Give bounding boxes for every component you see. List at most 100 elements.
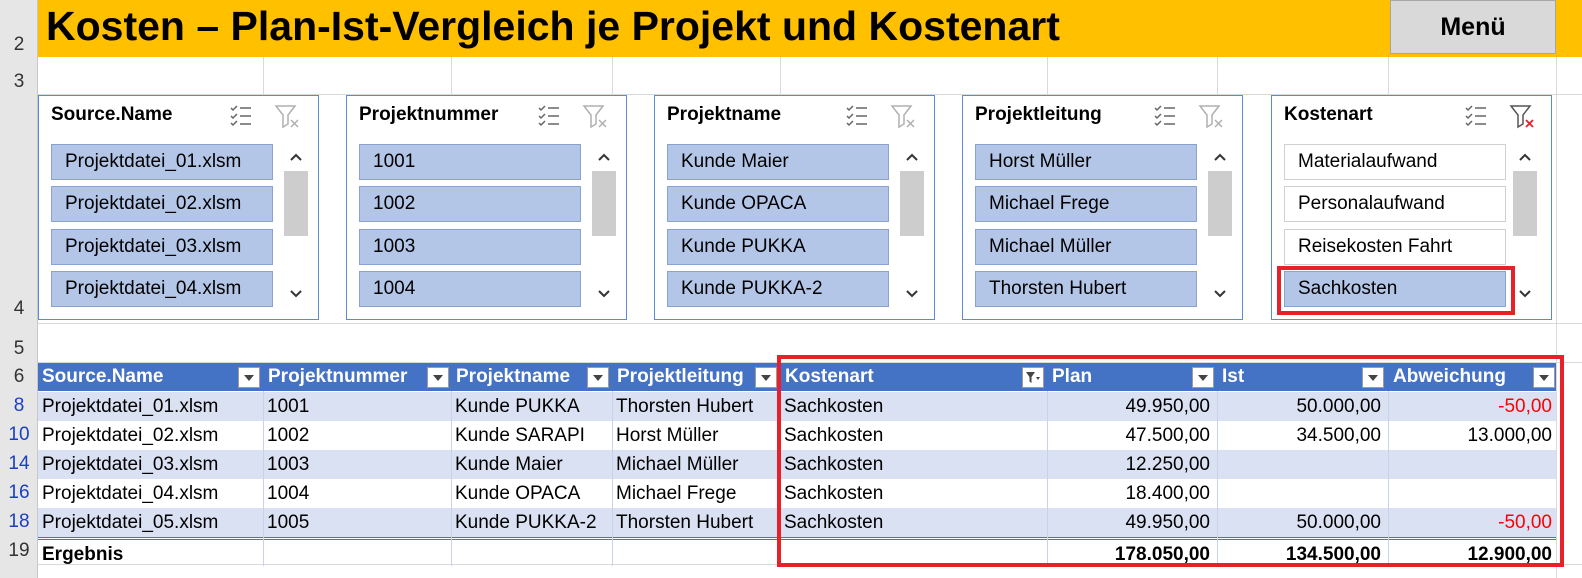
row-number-5[interactable]: 5 bbox=[0, 338, 38, 360]
scroll-up-icon[interactable] bbox=[1208, 145, 1232, 169]
slicer-item[interactable]: Kunde OPACA bbox=[667, 186, 889, 222]
slicer-item[interactable]: Projektdatei_03.xlsm bbox=[51, 229, 273, 265]
gridline bbox=[612, 57, 613, 94]
slicer-item[interactable]: Michael Frege bbox=[975, 186, 1197, 222]
slicer-item[interactable]: Projektdatei_02.xlsm bbox=[51, 186, 273, 222]
clear-filter-icon[interactable] bbox=[273, 102, 301, 130]
multi-select-icon[interactable] bbox=[1462, 102, 1490, 130]
cell-projektname[interactable]: Kunde SARAPI bbox=[455, 421, 585, 450]
cell-source-name[interactable]: Projektdatei_04.xlsm bbox=[42, 479, 218, 508]
multi-select-icon[interactable] bbox=[227, 102, 255, 130]
gridline bbox=[1388, 57, 1389, 94]
slicer-scrollbar[interactable] bbox=[284, 145, 308, 308]
cell-projektleitung[interactable]: Horst Müller bbox=[616, 421, 718, 450]
slicer-projektname[interactable]: Projektname Kunde Maier Kunde OPACA Kund… bbox=[654, 95, 935, 320]
row-number-3[interactable]: 3 bbox=[0, 71, 38, 93]
cell-projektleitung[interactable]: Thorsten Hubert bbox=[616, 392, 753, 421]
slicer-scrollbar[interactable] bbox=[592, 145, 616, 308]
slicer-projektleitung[interactable]: Projektleitung Horst Müller Michael Freg… bbox=[962, 95, 1243, 320]
slicer-item[interactable]: 1001 bbox=[359, 144, 581, 180]
cell-projektname[interactable]: Kunde Maier bbox=[455, 450, 563, 479]
slicer-item[interactable]: Projektdatei_04.xlsm bbox=[51, 271, 273, 307]
row-number-16[interactable]: 16 bbox=[0, 482, 38, 504]
multi-select-icon[interactable] bbox=[535, 102, 563, 130]
cell-source-name[interactable]: Projektdatei_02.xlsm bbox=[42, 421, 218, 450]
clear-filter-icon[interactable] bbox=[1508, 102, 1536, 130]
scroll-up-icon[interactable] bbox=[284, 145, 308, 169]
slicer-item[interactable]: 1002 bbox=[359, 186, 581, 222]
multi-select-icon[interactable] bbox=[843, 102, 871, 130]
cell-projektname[interactable]: Kunde PUKKA-2 bbox=[455, 508, 597, 537]
slicer-header: Projektname bbox=[667, 104, 782, 125]
scroll-down-icon[interactable] bbox=[1208, 282, 1232, 306]
cell-projektname[interactable]: Kunde PUKKA bbox=[455, 392, 580, 421]
gridline bbox=[451, 57, 452, 94]
row-number-18[interactable]: 18 bbox=[0, 511, 38, 533]
column-header-projektnummer[interactable]: Projektnummer bbox=[264, 363, 452, 391]
scroll-thumb[interactable] bbox=[900, 171, 924, 236]
scroll-down-icon[interactable] bbox=[284, 282, 308, 306]
clear-filter-icon[interactable] bbox=[1197, 102, 1225, 130]
scroll-up-icon[interactable] bbox=[1513, 145, 1537, 169]
row-number-19[interactable]: 19 bbox=[0, 540, 38, 562]
cell-projektnummer[interactable]: 1002 bbox=[267, 421, 309, 450]
clear-filter-icon[interactable] bbox=[581, 102, 609, 130]
filter-dropdown-icon[interactable] bbox=[238, 367, 260, 388]
slicer-item[interactable]: Reisekosten Fahrt bbox=[1284, 229, 1506, 265]
row-number-10[interactable]: 10 bbox=[0, 424, 38, 446]
filter-dropdown-icon[interactable] bbox=[755, 367, 777, 388]
cell-source-name[interactable]: Projektdatei_03.xlsm bbox=[42, 450, 218, 479]
cell-projektleitung[interactable]: Michael Frege bbox=[616, 479, 736, 508]
row-number-8[interactable]: 8 bbox=[0, 395, 38, 417]
scroll-thumb[interactable] bbox=[1208, 171, 1232, 236]
cell-projektleitung[interactable]: Thorsten Hubert bbox=[616, 508, 753, 537]
scroll-down-icon[interactable] bbox=[900, 282, 924, 306]
slicer-item[interactable]: Materialaufwand bbox=[1284, 144, 1506, 180]
slicer-item[interactable]: Personalaufwand bbox=[1284, 186, 1506, 222]
slicer-scrollbar[interactable] bbox=[1208, 145, 1232, 308]
slicer-item[interactable]: Kunde PUKKA bbox=[667, 229, 889, 265]
cell-projektleitung[interactable]: Michael Müller bbox=[616, 450, 738, 479]
slicer-scrollbar[interactable] bbox=[1513, 145, 1537, 308]
slicer-projektnummer[interactable]: Projektnummer 1001 1002 1003 1004 bbox=[346, 95, 627, 320]
cell-projektnummer[interactable]: 1004 bbox=[267, 479, 309, 508]
cell-projektnummer[interactable]: 1005 bbox=[267, 508, 309, 537]
row-number-2[interactable]: 2 bbox=[0, 34, 38, 56]
cell-projektnummer[interactable]: 1001 bbox=[267, 392, 309, 421]
slicer-item[interactable]: 1003 bbox=[359, 229, 581, 265]
scroll-thumb[interactable] bbox=[592, 171, 616, 236]
slicer-item[interactable]: Michael Müller bbox=[975, 229, 1197, 265]
scroll-up-icon[interactable] bbox=[900, 145, 924, 169]
multi-select-icon[interactable] bbox=[1151, 102, 1179, 130]
cell-projektname[interactable]: Kunde OPACA bbox=[455, 479, 580, 508]
slicer-item[interactable]: Horst Müller bbox=[975, 144, 1197, 180]
menu-button[interactable]: Menü bbox=[1390, 0, 1556, 54]
cell-projektnummer[interactable]: 1003 bbox=[267, 450, 309, 479]
slicer-scrollbar[interactable] bbox=[900, 145, 924, 308]
cell-source-name[interactable]: Projektdatei_01.xlsm bbox=[42, 392, 218, 421]
clear-filter-icon[interactable] bbox=[889, 102, 917, 130]
slicer-header: Source.Name bbox=[51, 104, 173, 125]
row-number-6[interactable]: 6 bbox=[0, 366, 38, 388]
slicer-source-name[interactable]: Source.Name Projektdatei_01.xlsm Projekt… bbox=[38, 95, 319, 320]
scroll-thumb[interactable] bbox=[284, 171, 308, 236]
scroll-down-icon[interactable] bbox=[1513, 282, 1537, 306]
cell-source-name[interactable]: Projektdatei_05.xlsm bbox=[42, 508, 218, 537]
slicer-item[interactable]: Projektdatei_01.xlsm bbox=[51, 144, 273, 180]
gridline bbox=[263, 57, 264, 94]
slicer-item[interactable]: Kunde PUKKA-2 bbox=[667, 271, 889, 307]
filter-dropdown-icon[interactable] bbox=[587, 367, 609, 388]
column-header-source-name[interactable]: Source.Name bbox=[38, 363, 264, 391]
filter-dropdown-icon[interactable] bbox=[427, 367, 449, 388]
slicer-item[interactable]: Kunde Maier bbox=[667, 144, 889, 180]
scroll-down-icon[interactable] bbox=[592, 282, 616, 306]
scroll-thumb[interactable] bbox=[1513, 171, 1537, 236]
gridline bbox=[1047, 57, 1048, 94]
slicer-item[interactable]: Thorsten Hubert bbox=[975, 271, 1197, 307]
row-number-14[interactable]: 14 bbox=[0, 453, 38, 475]
slicer-item[interactable]: 1004 bbox=[359, 271, 581, 307]
highlight-box-slicer-selection bbox=[1277, 266, 1515, 315]
total-label[interactable]: Ergebnis bbox=[42, 540, 123, 569]
scroll-up-icon[interactable] bbox=[592, 145, 616, 169]
row-number-4[interactable]: 4 bbox=[0, 298, 38, 320]
